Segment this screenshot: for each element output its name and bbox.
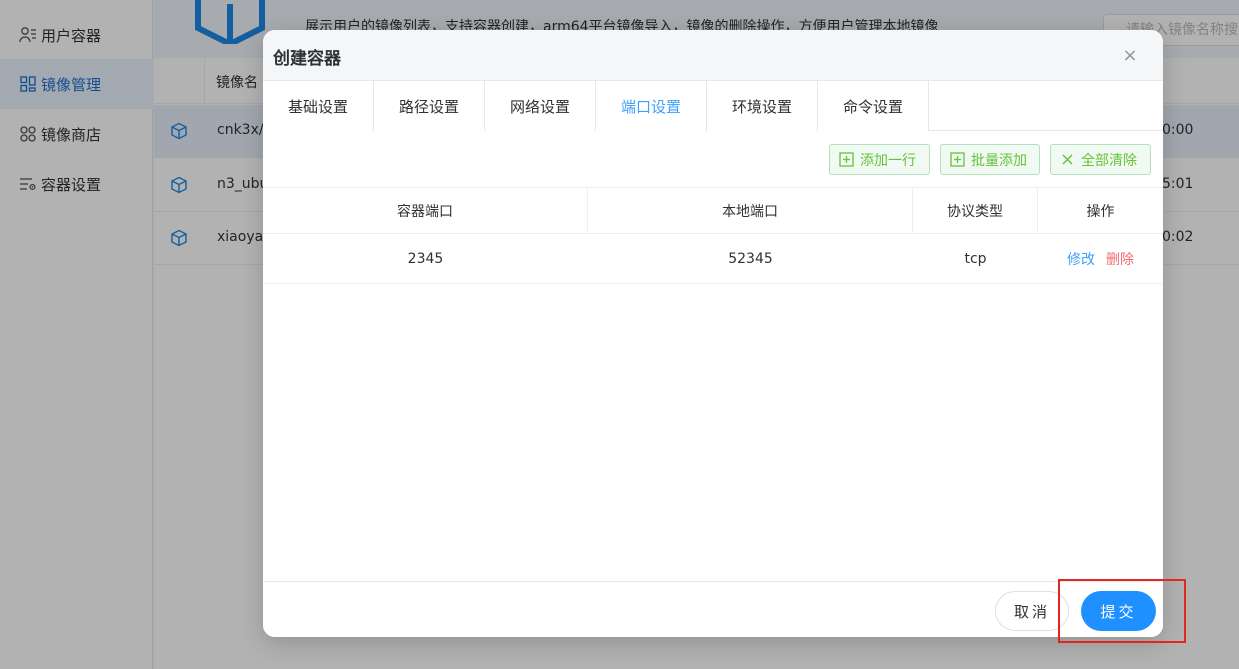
dialog-tabs: 基础设置 路径设置 网络设置 端口设置 环境设置 命令设置: [263, 81, 1163, 132]
clear-all-button[interactable]: 全部清除: [1050, 144, 1151, 175]
plus-square-icon: [950, 152, 965, 167]
port-table-header: 容器端口 本地端口 协议类型 操作: [263, 187, 1163, 234]
close-icon: [1060, 152, 1075, 167]
tab-path-settings[interactable]: 路径设置: [374, 81, 485, 131]
tab-network-settings[interactable]: 网络设置: [485, 81, 596, 131]
add-row-label: 添加一行: [860, 152, 916, 169]
close-icon[interactable]: ×: [1121, 45, 1139, 66]
column-header-local-port: 本地端口: [588, 188, 913, 234]
column-header-protocol: 协议类型: [913, 188, 1038, 234]
local-port-cell: 52345: [728, 250, 773, 267]
add-row-button[interactable]: 添加一行: [829, 144, 930, 175]
batch-add-label: 批量添加: [971, 152, 1027, 169]
tab-port-settings[interactable]: 端口设置: [596, 81, 707, 132]
plus-square-icon: [839, 152, 854, 167]
tab-basic-settings[interactable]: 基础设置: [263, 81, 374, 131]
delete-link[interactable]: 删除: [1106, 249, 1134, 269]
column-header-actions: 操作: [1086, 204, 1115, 220]
tab-env-settings[interactable]: 环境设置: [707, 81, 818, 131]
dialog-title: 创建容器: [273, 49, 341, 69]
column-header-container-port: 容器端口: [263, 188, 588, 234]
tab-command-settings[interactable]: 命令设置: [818, 81, 929, 131]
protocol-cell: tcp: [964, 250, 987, 267]
dialog-footer: 取消 提交: [263, 581, 1163, 637]
actions-cell: 修改 删除: [1038, 234, 1163, 283]
table-row: 2345 52345 tcp 修改 删除: [263, 234, 1163, 284]
clear-all-label: 全部清除: [1081, 152, 1137, 169]
batch-add-button[interactable]: 批量添加: [940, 144, 1040, 175]
highlight-annotation: [1058, 579, 1186, 643]
create-container-dialog: 创建容器 × 基础设置 路径设置 网络设置 端口设置 环境设置 命令设置 添加一…: [263, 30, 1163, 637]
dialog-header: 创建容器 ×: [263, 30, 1163, 81]
edit-link[interactable]: 修改: [1067, 249, 1095, 269]
container-port-cell: 2345: [407, 250, 444, 267]
